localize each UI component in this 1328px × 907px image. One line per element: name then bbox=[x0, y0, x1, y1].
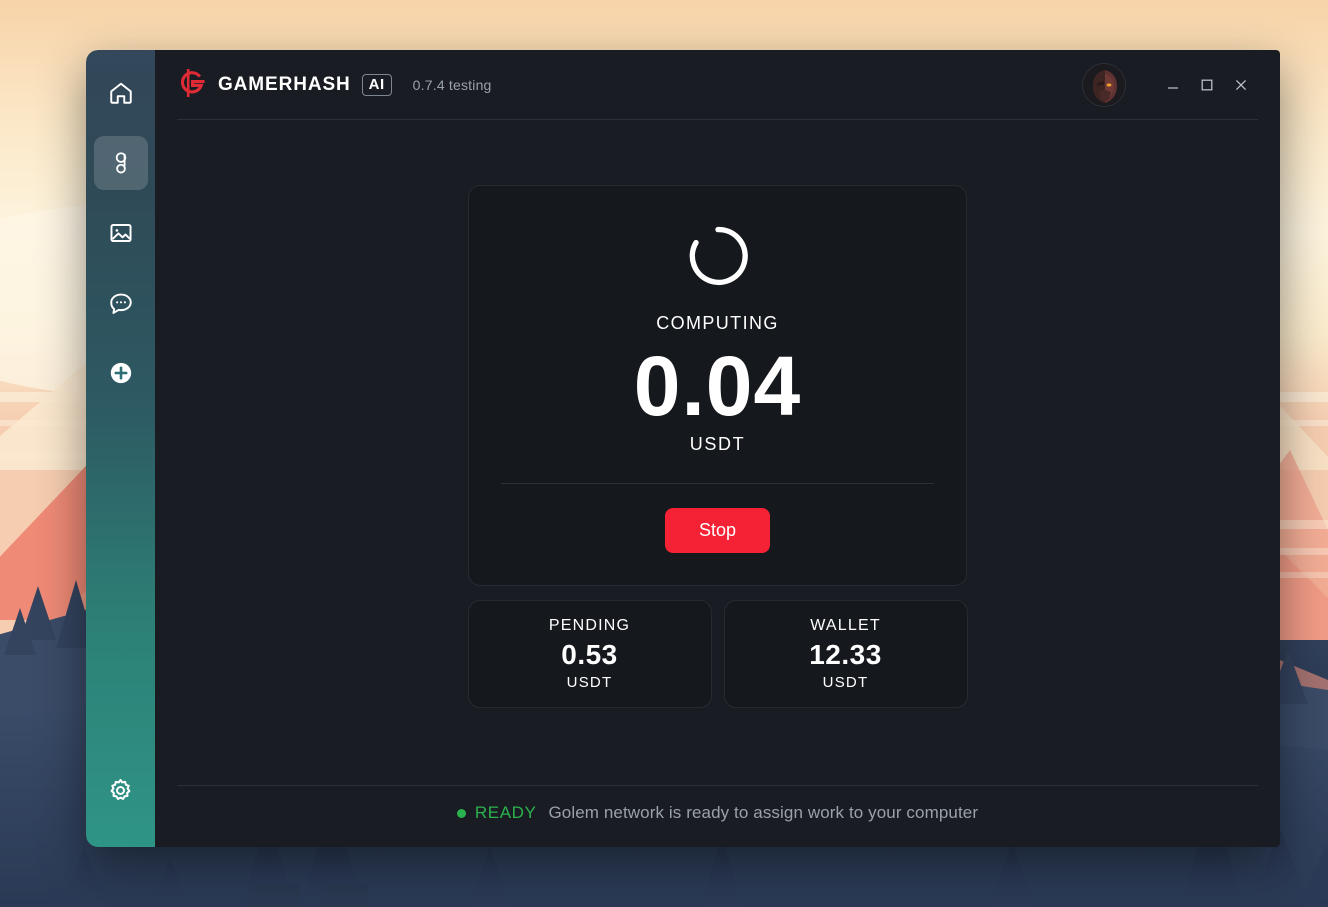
wallet-title: WALLET bbox=[810, 617, 881, 635]
stop-button[interactable]: Stop bbox=[664, 508, 771, 554]
maximize-button[interactable] bbox=[1190, 68, 1224, 102]
footer-divider bbox=[177, 785, 1258, 786]
wallet-unit: USDT bbox=[822, 674, 869, 692]
compute-unit: USDT bbox=[689, 434, 746, 455]
main-area: GAMERHASH AI 0.7.4 testing COMPUTING 0.0… bbox=[155, 50, 1280, 847]
avatar-image bbox=[1083, 64, 1125, 106]
sidebar-item-golem[interactable] bbox=[93, 136, 148, 190]
status-dot-icon bbox=[456, 808, 466, 818]
sidebar-item-chat[interactable] bbox=[94, 276, 148, 330]
pending-card: PENDING 0.53 USDT bbox=[467, 600, 712, 709]
home-icon bbox=[108, 80, 134, 106]
stats-row: PENDING 0.53 USDT WALLET 12.33 USDT bbox=[467, 600, 968, 709]
gamerhash-app-window: GAMERHASH AI 0.7.4 testing COMPUTING 0.0… bbox=[86, 50, 1280, 847]
golem-g-icon bbox=[108, 150, 134, 176]
ai-badge: AI bbox=[361, 74, 392, 96]
sidebar-item-home[interactable] bbox=[94, 66, 148, 120]
compute-amount: 0.04 bbox=[633, 339, 802, 433]
minimize-icon bbox=[1165, 77, 1181, 93]
sidebar bbox=[86, 50, 155, 847]
content-area: COMPUTING 0.04 USDT Stop PENDING 0.53 US… bbox=[155, 120, 1280, 785]
compute-status-label: COMPUTING bbox=[656, 313, 779, 333]
pending-value: 0.53 bbox=[561, 639, 618, 671]
status-message: Golem network is ready to assign work to… bbox=[548, 803, 979, 822]
pending-unit: USDT bbox=[566, 674, 613, 692]
sidebar-item-images[interactable] bbox=[94, 206, 148, 260]
wallet-value: 12.33 bbox=[809, 639, 882, 671]
card-divider bbox=[501, 483, 934, 485]
gamerhash-g-logo-icon bbox=[177, 67, 207, 104]
brand: GAMERHASH AI 0.7.4 testing bbox=[177, 67, 492, 104]
image-icon bbox=[108, 220, 134, 246]
pending-title: PENDING bbox=[548, 617, 631, 635]
title-bar: GAMERHASH AI 0.7.4 testing bbox=[155, 50, 1280, 120]
title-bar-controls bbox=[1082, 63, 1258, 107]
avatar[interactable] bbox=[1082, 63, 1126, 107]
desktop-wallpaper: GAMERHASH AI 0.7.4 testing COMPUTING 0.0… bbox=[0, 0, 1328, 907]
gear-icon bbox=[107, 777, 134, 804]
plus-circle-icon bbox=[108, 360, 134, 386]
status-state-label: READY bbox=[474, 803, 537, 822]
sidebar-item-add[interactable] bbox=[94, 346, 148, 400]
status-bar: READY Golem network is ready to assign w… bbox=[155, 785, 1280, 847]
version-label: 0.7.4 testing bbox=[412, 77, 492, 93]
chat-bubble-icon bbox=[108, 290, 134, 316]
brand-name: GAMERHASH bbox=[218, 74, 351, 95]
sidebar-item-settings[interactable] bbox=[94, 763, 148, 817]
header-divider bbox=[177, 119, 1258, 120]
wallet-card[interactable]: WALLET 12.33 USDT bbox=[723, 600, 968, 709]
close-button[interactable] bbox=[1224, 68, 1258, 102]
minimize-button[interactable] bbox=[1156, 68, 1190, 102]
loading-spinner-icon bbox=[686, 224, 750, 293]
close-icon bbox=[1233, 77, 1249, 93]
compute-card: COMPUTING 0.04 USDT Stop bbox=[468, 185, 967, 587]
maximize-icon bbox=[1199, 77, 1215, 93]
